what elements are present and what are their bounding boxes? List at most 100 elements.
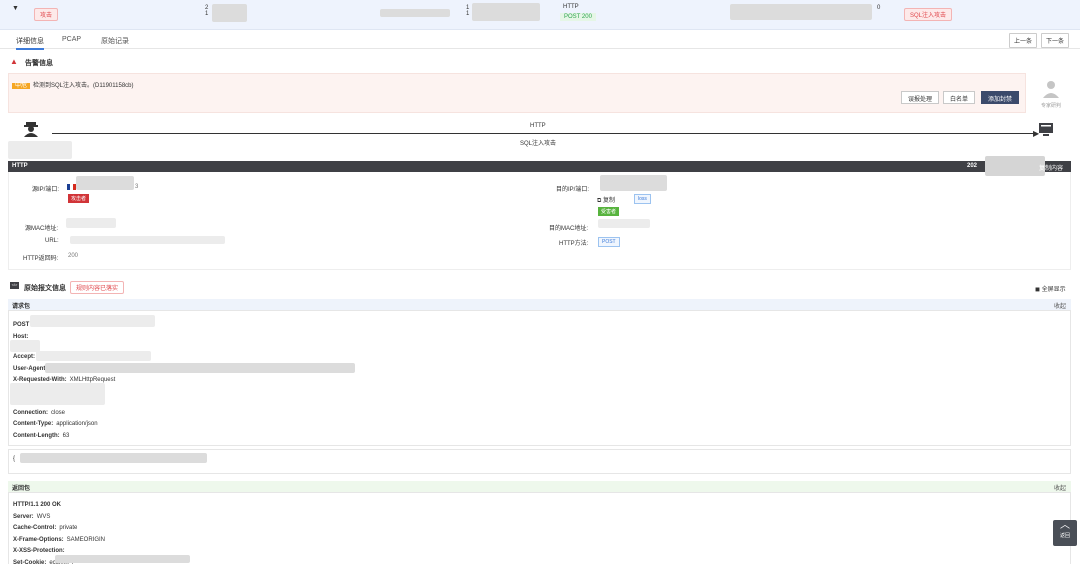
alert-summary-row[interactable]: ▼ 攻击 21 11 HTTP POST 200 0 SQL注入攻击: [0, 0, 1080, 30]
whitelist-button[interactable]: 白名单: [943, 91, 976, 104]
flow-attack-type: SQL注入攻击: [520, 141, 557, 147]
header-line: X-XSS-Protection:: [13, 548, 68, 554]
header-key: Content-Length:: [13, 433, 60, 439]
dst-badge: loss: [634, 194, 651, 204]
false-positive-button[interactable]: 误报处理: [901, 91, 940, 104]
expand-caret-icon[interactable]: ▼: [12, 5, 19, 12]
back-to-top-button[interactable]: ︿ 返回: [1053, 520, 1077, 546]
next-button[interactable]: 下一条: [1041, 33, 1070, 48]
victim-badge: 受害者: [598, 207, 620, 216]
header-key: HTTP/1.1 200 OK: [13, 502, 62, 508]
http-code-value: 200: [68, 253, 79, 259]
rule-notice-tag: 规则内容已落实: [70, 281, 125, 294]
header-value: WVS: [36, 513, 51, 520]
copy-icon[interactable]: ⧉ 复制: [597, 195, 615, 205]
dst-mac-label: 目的MAC地址:: [549, 226, 589, 232]
redacted-block: [76, 176, 134, 190]
http-method-label: HTTP方法:: [559, 241, 589, 247]
prev-button[interactable]: 上一条: [1009, 33, 1038, 48]
flow-arrow-line: [52, 133, 1037, 134]
severity-badge: 中危: [12, 83, 31, 89]
header-value: private: [59, 525, 78, 531]
header-value: SAMEORIGIN: [66, 536, 106, 543]
redacted-block: [472, 3, 540, 21]
src-mac-label: 源MAC地址:: [25, 226, 59, 232]
redacted-block: [10, 383, 105, 405]
connection-info-panel: [8, 172, 1071, 270]
payload-prefix: {: [13, 456, 16, 462]
flag-icon: [67, 184, 76, 190]
bar-date: 202: [967, 163, 978, 169]
fullscreen-button[interactable]: ◼ 全屏显示: [1035, 284, 1066, 293]
expert-label: 专家研判: [1040, 103, 1061, 109]
header-key: Set-Cookie:: [13, 559, 47, 566]
header-key: Connection:: [13, 410, 48, 416]
warning-icon: ▲: [10, 57, 18, 66]
protocol-label: HTTP: [563, 4, 579, 10]
attack-tag: 攻击: [34, 8, 59, 21]
expert-judge-button[interactable]: 专家研判: [1034, 76, 1068, 110]
redacted-block: [212, 4, 247, 22]
header-key: POST: [13, 322, 30, 328]
flow-protocol: HTTP: [530, 123, 546, 129]
redacted-block: [20, 453, 207, 463]
response-body-box: [8, 492, 1071, 564]
summary-col-5: 0: [877, 5, 881, 11]
request-collapse-button[interactable]: 收起: [1054, 301, 1066, 310]
redacted-block: [600, 175, 667, 191]
src-ip-value: 3: [135, 184, 139, 190]
attacker-icon: [24, 122, 38, 137]
copy-content-button[interactable]: 复制内容: [1039, 163, 1063, 172]
header-key: X-XSS-Protection:: [13, 548, 65, 554]
header-value: close: [51, 410, 66, 416]
header-line: Server: WVS: [13, 514, 50, 520]
fullscreen-label: 全屏显示: [1041, 287, 1066, 293]
packet-header-bar: HTTP 202 复制内容: [8, 156, 1071, 176]
header-line: Content-Type: application/json: [13, 421, 98, 427]
response-collapse-button[interactable]: 收起: [1054, 483, 1066, 492]
url-label: URL:: [45, 238, 59, 244]
redacted-block: [8, 141, 72, 159]
http-method-value: POST: [598, 237, 620, 247]
alert-box: 中危 检测到SQL注入攻击。(D11901158cb): [8, 73, 1026, 113]
request-header: 请求包: [8, 299, 1071, 310]
summary-col-1: 21: [205, 5, 209, 17]
header-key: Cache-Control:: [13, 525, 57, 531]
tab-pcap[interactable]: PCAP: [62, 36, 81, 43]
redacted-block: [10, 340, 40, 352]
tab-raw-records[interactable]: 原始记录: [101, 36, 129, 46]
header-key: Content-Type:: [13, 421, 54, 427]
redacted-block: [70, 236, 225, 244]
bar-protocol: HTTP: [12, 163, 28, 169]
sql-injection-tag: SQL注入攻击: [904, 8, 953, 21]
header-line: Connection: close: [13, 410, 65, 416]
redacted-block: [730, 4, 872, 20]
header-key: User-Agent:: [13, 366, 48, 372]
header-key: Accept:: [13, 354, 36, 360]
add-block-button[interactable]: 添加封禁: [981, 91, 1020, 104]
redacted-block: [380, 9, 450, 17]
redacted-block: [45, 363, 355, 373]
alert-section-title: 告警信息: [25, 60, 53, 67]
expert-icon: [1043, 81, 1059, 98]
header-line: Cache-Control: private: [13, 525, 77, 531]
tab-details[interactable]: 详细信息: [16, 36, 44, 50]
redacted-block: [36, 351, 151, 361]
src-ip-label: 源IP/端口:: [32, 187, 60, 193]
header-line: HTTP/1.1 200 OK: [13, 502, 64, 508]
detail-tabs: 详细信息 PCAP 原始记录 上一条 下一条: [0, 31, 1080, 50]
redacted-block: [598, 219, 650, 228]
header-key: Server:: [13, 513, 34, 520]
back-to-top-label: 返回: [1059, 533, 1070, 539]
request-body-box: [8, 310, 1071, 446]
header-line: X-Frame-Options: SAMEORIGIN: [13, 537, 105, 543]
dst-ip-label: 目的IP/端口:: [556, 187, 590, 193]
response-header: 返回包: [8, 481, 1071, 492]
alert-text: 检测到SQL注入攻击。(D11901158cb): [33, 83, 134, 89]
redacted-block: [30, 315, 155, 327]
raw-icon: </>: [10, 282, 19, 289]
summary-col-3: 11: [466, 5, 470, 17]
http-code-label: HTTP返回码:: [23, 256, 59, 262]
header-key: X-Frame-Options:: [13, 536, 64, 543]
alert-message: 中危 检测到SQL注入攻击。(D11901158cb): [12, 80, 134, 89]
